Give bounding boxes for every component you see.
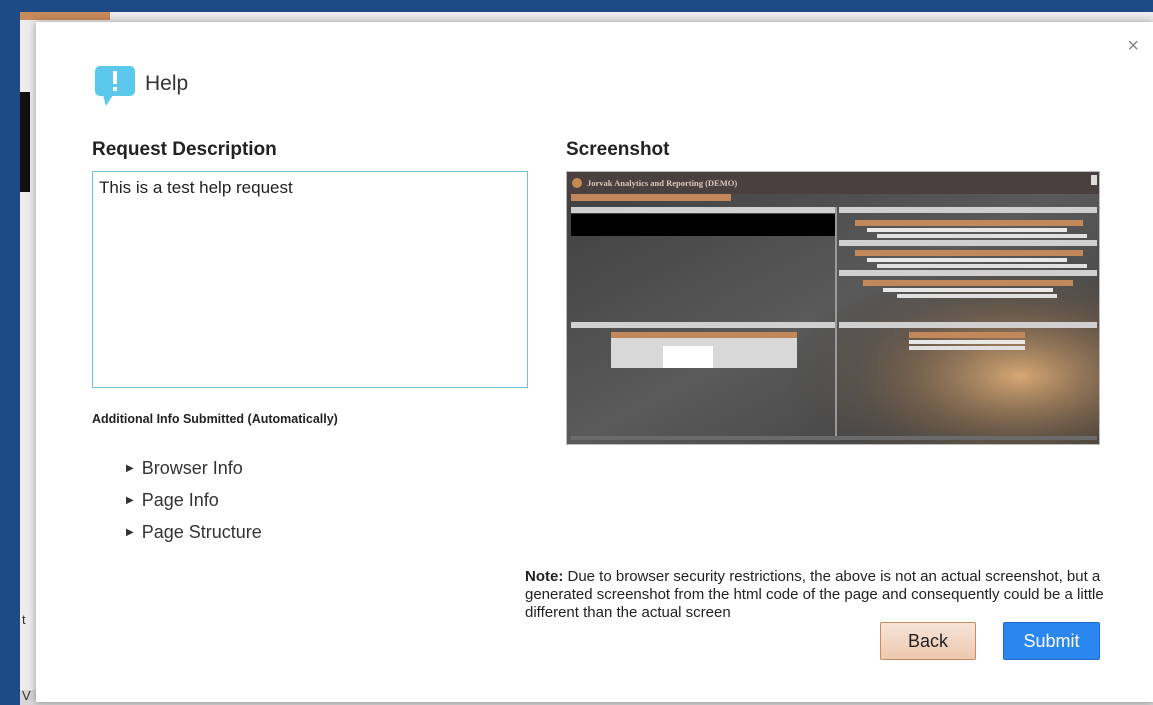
screenshot-preview-image: Jorvak Analytics and Reporting (DEMO) — [567, 172, 1099, 444]
background-tab — [20, 12, 110, 20]
close-icon[interactable]: × — [1127, 36, 1139, 56]
dialog-title: Help — [145, 72, 189, 95]
help-speech-bubble-icon — [93, 64, 137, 108]
note-label: Note: — [525, 568, 564, 585]
preview-app-title: Jorvak Analytics and Reporting (DEMO) — [587, 178, 737, 188]
screenshot-heading: Screenshot — [566, 139, 670, 160]
page-structure-toggle[interactable]: ▶ Page Structure — [126, 516, 262, 548]
triangle-right-icon: ▶ — [126, 494, 134, 506]
dialog-header: Help — [93, 64, 188, 108]
triangle-right-icon: ▶ — [126, 462, 134, 474]
additional-info-list: ▶ Browser Info ▶ Page Info ▶ Page Struct… — [126, 452, 262, 548]
browser-info-toggle[interactable]: ▶ Browser Info — [126, 452, 262, 484]
page-structure-label: Page Structure — [141, 521, 262, 542]
page-info-toggle[interactable]: ▶ Page Info — [126, 484, 262, 516]
page-info-label: Page Info — [141, 489, 219, 510]
background-label: t — [22, 612, 26, 627]
background-panel — [20, 92, 30, 192]
submit-button[interactable]: Submit — [1003, 622, 1100, 660]
screenshot-preview: Jorvak Analytics and Reporting (DEMO) — [566, 171, 1100, 445]
request-description-heading: Request Description — [92, 139, 277, 160]
browser-info-label: Browser Info — [141, 457, 243, 478]
screenshot-note: Note: Due to browser security restrictio… — [525, 568, 1115, 622]
triangle-right-icon: ▶ — [126, 526, 134, 538]
note-text: Due to browser security restrictions, th… — [525, 568, 1104, 621]
back-button[interactable]: Back — [880, 622, 976, 660]
request-description-input[interactable]: This is a test help request — [92, 171, 528, 388]
help-dialog: × Help Request Description This is a tes… — [36, 22, 1153, 702]
additional-info-heading: Additional Info Submitted (Automatically… — [92, 412, 338, 426]
background-label: V — [22, 688, 31, 703]
